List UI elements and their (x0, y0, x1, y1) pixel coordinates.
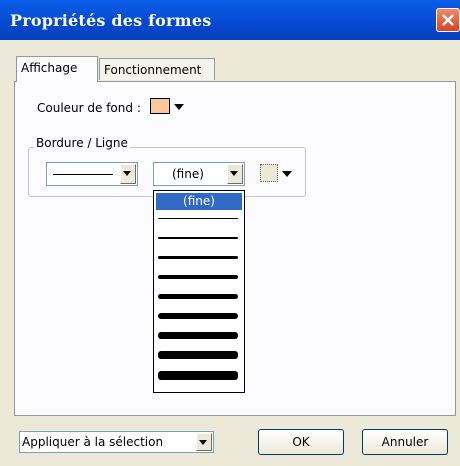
fill-color-swatch (150, 98, 170, 114)
line-width-option-selected[interactable]: (fine) (156, 193, 242, 210)
window-title: Propriétés des formes (10, 11, 212, 30)
line-width-option[interactable] (158, 237, 238, 239)
chevron-down-icon (230, 171, 238, 176)
apply-scope-select[interactable]: Appliquer à la sélection (19, 431, 214, 453)
apply-scope-dropdown-button[interactable] (196, 433, 212, 451)
line-width-option[interactable] (158, 275, 238, 279)
line-width-option[interactable] (158, 351, 238, 359)
line-width-dropdown-button[interactable] (227, 164, 243, 184)
line-width-value: (fine) (172, 167, 204, 181)
cancel-button[interactable]: Annuler (362, 429, 448, 455)
line-width-select[interactable]: (fine) (153, 162, 245, 186)
fill-color-label: Couleur de fond : (37, 101, 141, 115)
line-width-dropdown-list[interactable]: (fine) (153, 190, 245, 393)
close-icon (442, 14, 454, 26)
tab-fonctionnement[interactable]: Fonctionnement (99, 58, 215, 80)
line-color-swatch (260, 164, 278, 182)
tab-affichage[interactable]: Affichage (16, 56, 98, 82)
border-group-label: Bordure / Ligne (34, 136, 130, 150)
fill-color-picker[interactable] (148, 96, 186, 118)
line-width-option[interactable] (158, 313, 238, 319)
chevron-down-icon (199, 440, 207, 445)
line-style-preview (53, 174, 113, 175)
apply-scope-value: Appliquer à la sélection (22, 435, 164, 449)
chevron-down-icon (282, 171, 292, 177)
tab-label: Fonctionnement (104, 63, 202, 77)
line-width-option[interactable] (158, 332, 238, 339)
line-width-option[interactable] (158, 256, 238, 259)
chevron-down-icon (174, 104, 184, 110)
title-bar: Propriétés des formes (0, 0, 460, 40)
line-width-option[interactable] (158, 218, 238, 219)
line-width-option[interactable] (158, 371, 238, 380)
tab-label: Affichage (21, 61, 78, 75)
chevron-down-icon (123, 171, 131, 176)
line-color-picker[interactable] (258, 161, 296, 187)
line-style-select[interactable] (46, 162, 138, 186)
close-button[interactable] (436, 8, 460, 32)
line-width-option[interactable] (158, 294, 238, 299)
ok-button[interactable]: OK (258, 429, 344, 455)
line-style-dropdown-button[interactable] (120, 164, 136, 184)
